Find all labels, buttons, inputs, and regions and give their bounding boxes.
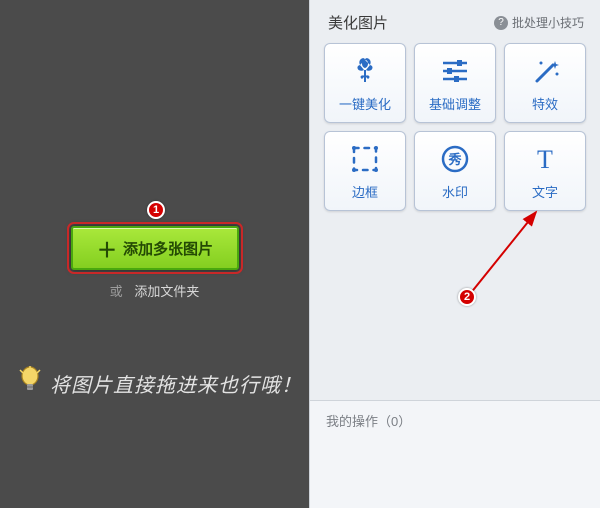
panel-header: 美化图片 ? 批处理小技巧 bbox=[310, 0, 600, 43]
drag-tip: 将图片直接拖进来也行哦！ bbox=[18, 366, 302, 401]
annotation-badge-1: 1 bbox=[147, 201, 165, 219]
stamp-icon: 秀 bbox=[438, 142, 472, 176]
tool-label: 边框 bbox=[352, 182, 378, 201]
drag-tip-text: 将图片直接拖进来也行哦！ bbox=[50, 369, 302, 398]
tool-label: 文字 bbox=[532, 182, 558, 201]
tool-one-click-beautify[interactable]: 一键美化 bbox=[324, 43, 406, 123]
drop-zone-pane: 1 ＋ 添加多张图片 或 添加文件夹 将图片直接拖进来也行哦！ bbox=[0, 0, 309, 508]
batch-tips-link[interactable]: ? 批处理小技巧 bbox=[494, 14, 584, 31]
tools-grid: 一键美化 基础调整 bbox=[310, 43, 600, 211]
tool-frame[interactable]: 边框 bbox=[324, 131, 406, 211]
text-icon: T bbox=[528, 142, 562, 176]
frame-icon bbox=[348, 142, 382, 176]
annotation-arrow bbox=[458, 202, 548, 302]
tool-label: 特效 bbox=[532, 94, 558, 113]
flower-icon bbox=[348, 54, 382, 88]
svg-text:T: T bbox=[537, 145, 553, 174]
add-images-label: 添加多张图片 bbox=[123, 238, 213, 259]
add-folder-link[interactable]: 添加文件夹 bbox=[134, 284, 199, 299]
sliders-icon bbox=[438, 54, 472, 88]
my-operations-section: 我的操作（0） bbox=[310, 400, 600, 508]
or-label: 或 bbox=[110, 284, 123, 299]
tool-basic-adjust[interactable]: 基础调整 bbox=[414, 43, 496, 123]
tool-watermark[interactable]: 秀 水印 bbox=[414, 131, 496, 211]
tool-label: 一键美化 bbox=[339, 94, 391, 113]
lightbulb-icon bbox=[18, 366, 42, 401]
tool-text[interactable]: T 文字 bbox=[504, 131, 586, 211]
add-images-button[interactable]: ＋ 添加多张图片 bbox=[71, 226, 239, 270]
annotation-badge-2: 2 bbox=[458, 288, 476, 306]
batch-tips-label: 批处理小技巧 bbox=[512, 14, 584, 31]
tool-effects[interactable]: 特效 bbox=[504, 43, 586, 123]
plus-icon: ＋ bbox=[97, 234, 117, 263]
wand-icon bbox=[528, 54, 562, 88]
tool-label: 水印 bbox=[442, 182, 468, 201]
my-operations-label: 我的操作（0） bbox=[326, 414, 411, 429]
panel-title: 美化图片 bbox=[328, 12, 388, 33]
help-icon: ? bbox=[494, 16, 508, 30]
svg-text:秀: 秀 bbox=[447, 152, 462, 167]
tool-label: 基础调整 bbox=[429, 94, 481, 113]
beautify-panel: 美化图片 ? 批处理小技巧 一键美化 bbox=[309, 0, 600, 508]
app-root: 1 ＋ 添加多张图片 或 添加文件夹 将图片直接拖进来也行哦！ 美化图片 bbox=[0, 0, 600, 508]
add-folder-row: 或 添加文件夹 bbox=[0, 281, 309, 300]
